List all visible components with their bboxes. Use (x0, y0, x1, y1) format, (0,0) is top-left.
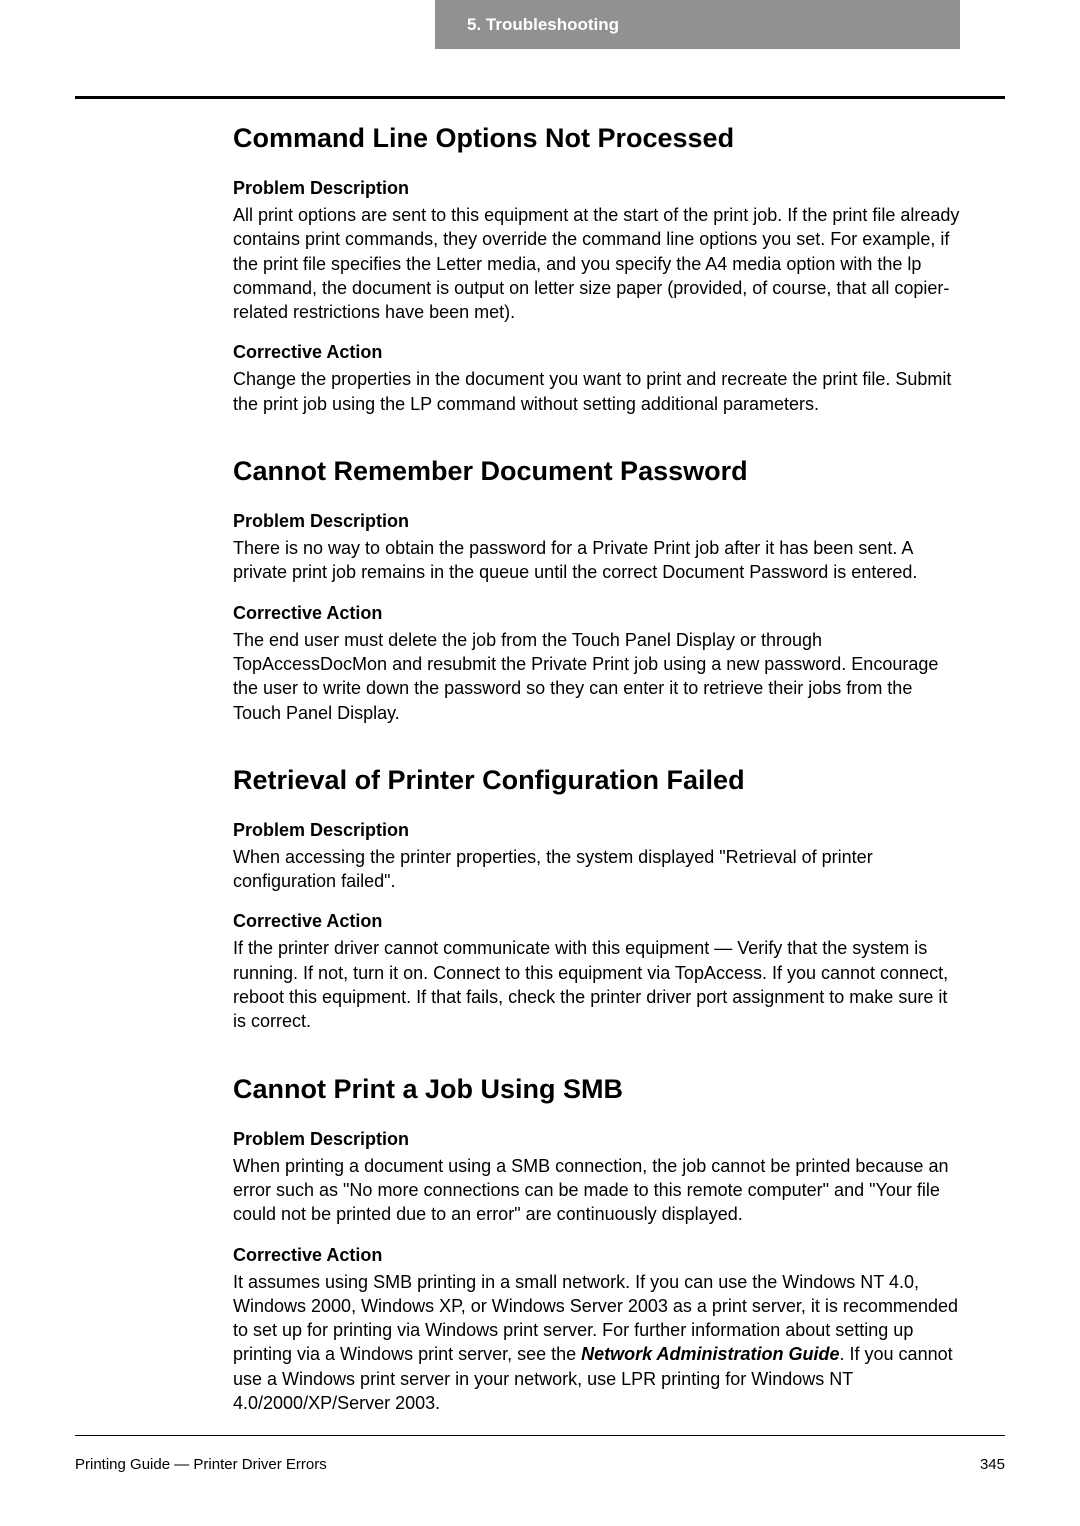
action-text: Change the properties in the document yo… (233, 367, 965, 416)
problem-text: When accessing the printer properties, t… (233, 845, 965, 894)
footer-left: Printing Guide — Printer Driver Errors (75, 1456, 327, 1473)
action-label: Corrective Action (233, 911, 965, 932)
footer-divider (75, 1435, 1005, 1436)
problem-block: Problem Description When printing a docu… (233, 1129, 965, 1227)
problem-block: Problem Description There is no way to o… (233, 511, 965, 585)
problem-label: Problem Description (233, 178, 965, 199)
action-text: It assumes using SMB printing in a small… (233, 1270, 965, 1416)
section-title: Command Line Options Not Processed (233, 123, 1005, 154)
section-password: Cannot Remember Document Password Proble… (75, 456, 1005, 725)
action-label: Corrective Action (233, 1245, 965, 1266)
action-block: Corrective Action If the printer driver … (233, 911, 965, 1033)
action-block: Corrective Action It assumes using SMB p… (233, 1245, 965, 1416)
top-divider (75, 96, 1005, 99)
section-command-line: Command Line Options Not Processed Probl… (75, 123, 1005, 416)
page-number: 345 (980, 1456, 1005, 1473)
problem-block: Problem Description When accessing the p… (233, 820, 965, 894)
action-block: Corrective Action The end user must dele… (233, 603, 965, 725)
footer-row: Printing Guide — Printer Driver Errors 3… (75, 1456, 1005, 1473)
section-title: Cannot Print a Job Using SMB (233, 1074, 1005, 1105)
problem-label: Problem Description (233, 511, 965, 532)
chapter-label: 5. Troubleshooting (467, 15, 619, 35)
action-label: Corrective Action (233, 342, 965, 363)
action-text: If the printer driver cannot communicate… (233, 936, 965, 1033)
problem-text: When printing a document using a SMB con… (233, 1154, 965, 1227)
section-title: Retrieval of Printer Configuration Faile… (233, 765, 1005, 796)
action-text-emph: Network Administration Guide (581, 1344, 839, 1364)
action-label: Corrective Action (233, 603, 965, 624)
problem-label: Problem Description (233, 1129, 965, 1150)
problem-text: All print options are sent to this equip… (233, 203, 965, 324)
section-retrieval: Retrieval of Printer Configuration Faile… (75, 765, 1005, 1034)
page-footer: Printing Guide — Printer Driver Errors 3… (75, 1435, 1005, 1473)
problem-text: There is no way to obtain the password f… (233, 536, 965, 585)
section-smb: Cannot Print a Job Using SMB Problem Des… (75, 1074, 1005, 1416)
problem-block: Problem Description All print options ar… (233, 178, 965, 324)
page-content: Command Line Options Not Processed Probl… (75, 96, 1005, 1455)
action-text: The end user must delete the job from th… (233, 628, 965, 725)
action-block: Corrective Action Change the properties … (233, 342, 965, 416)
header-band: 5. Troubleshooting (435, 0, 960, 49)
section-title: Cannot Remember Document Password (233, 456, 1005, 487)
problem-label: Problem Description (233, 820, 965, 841)
